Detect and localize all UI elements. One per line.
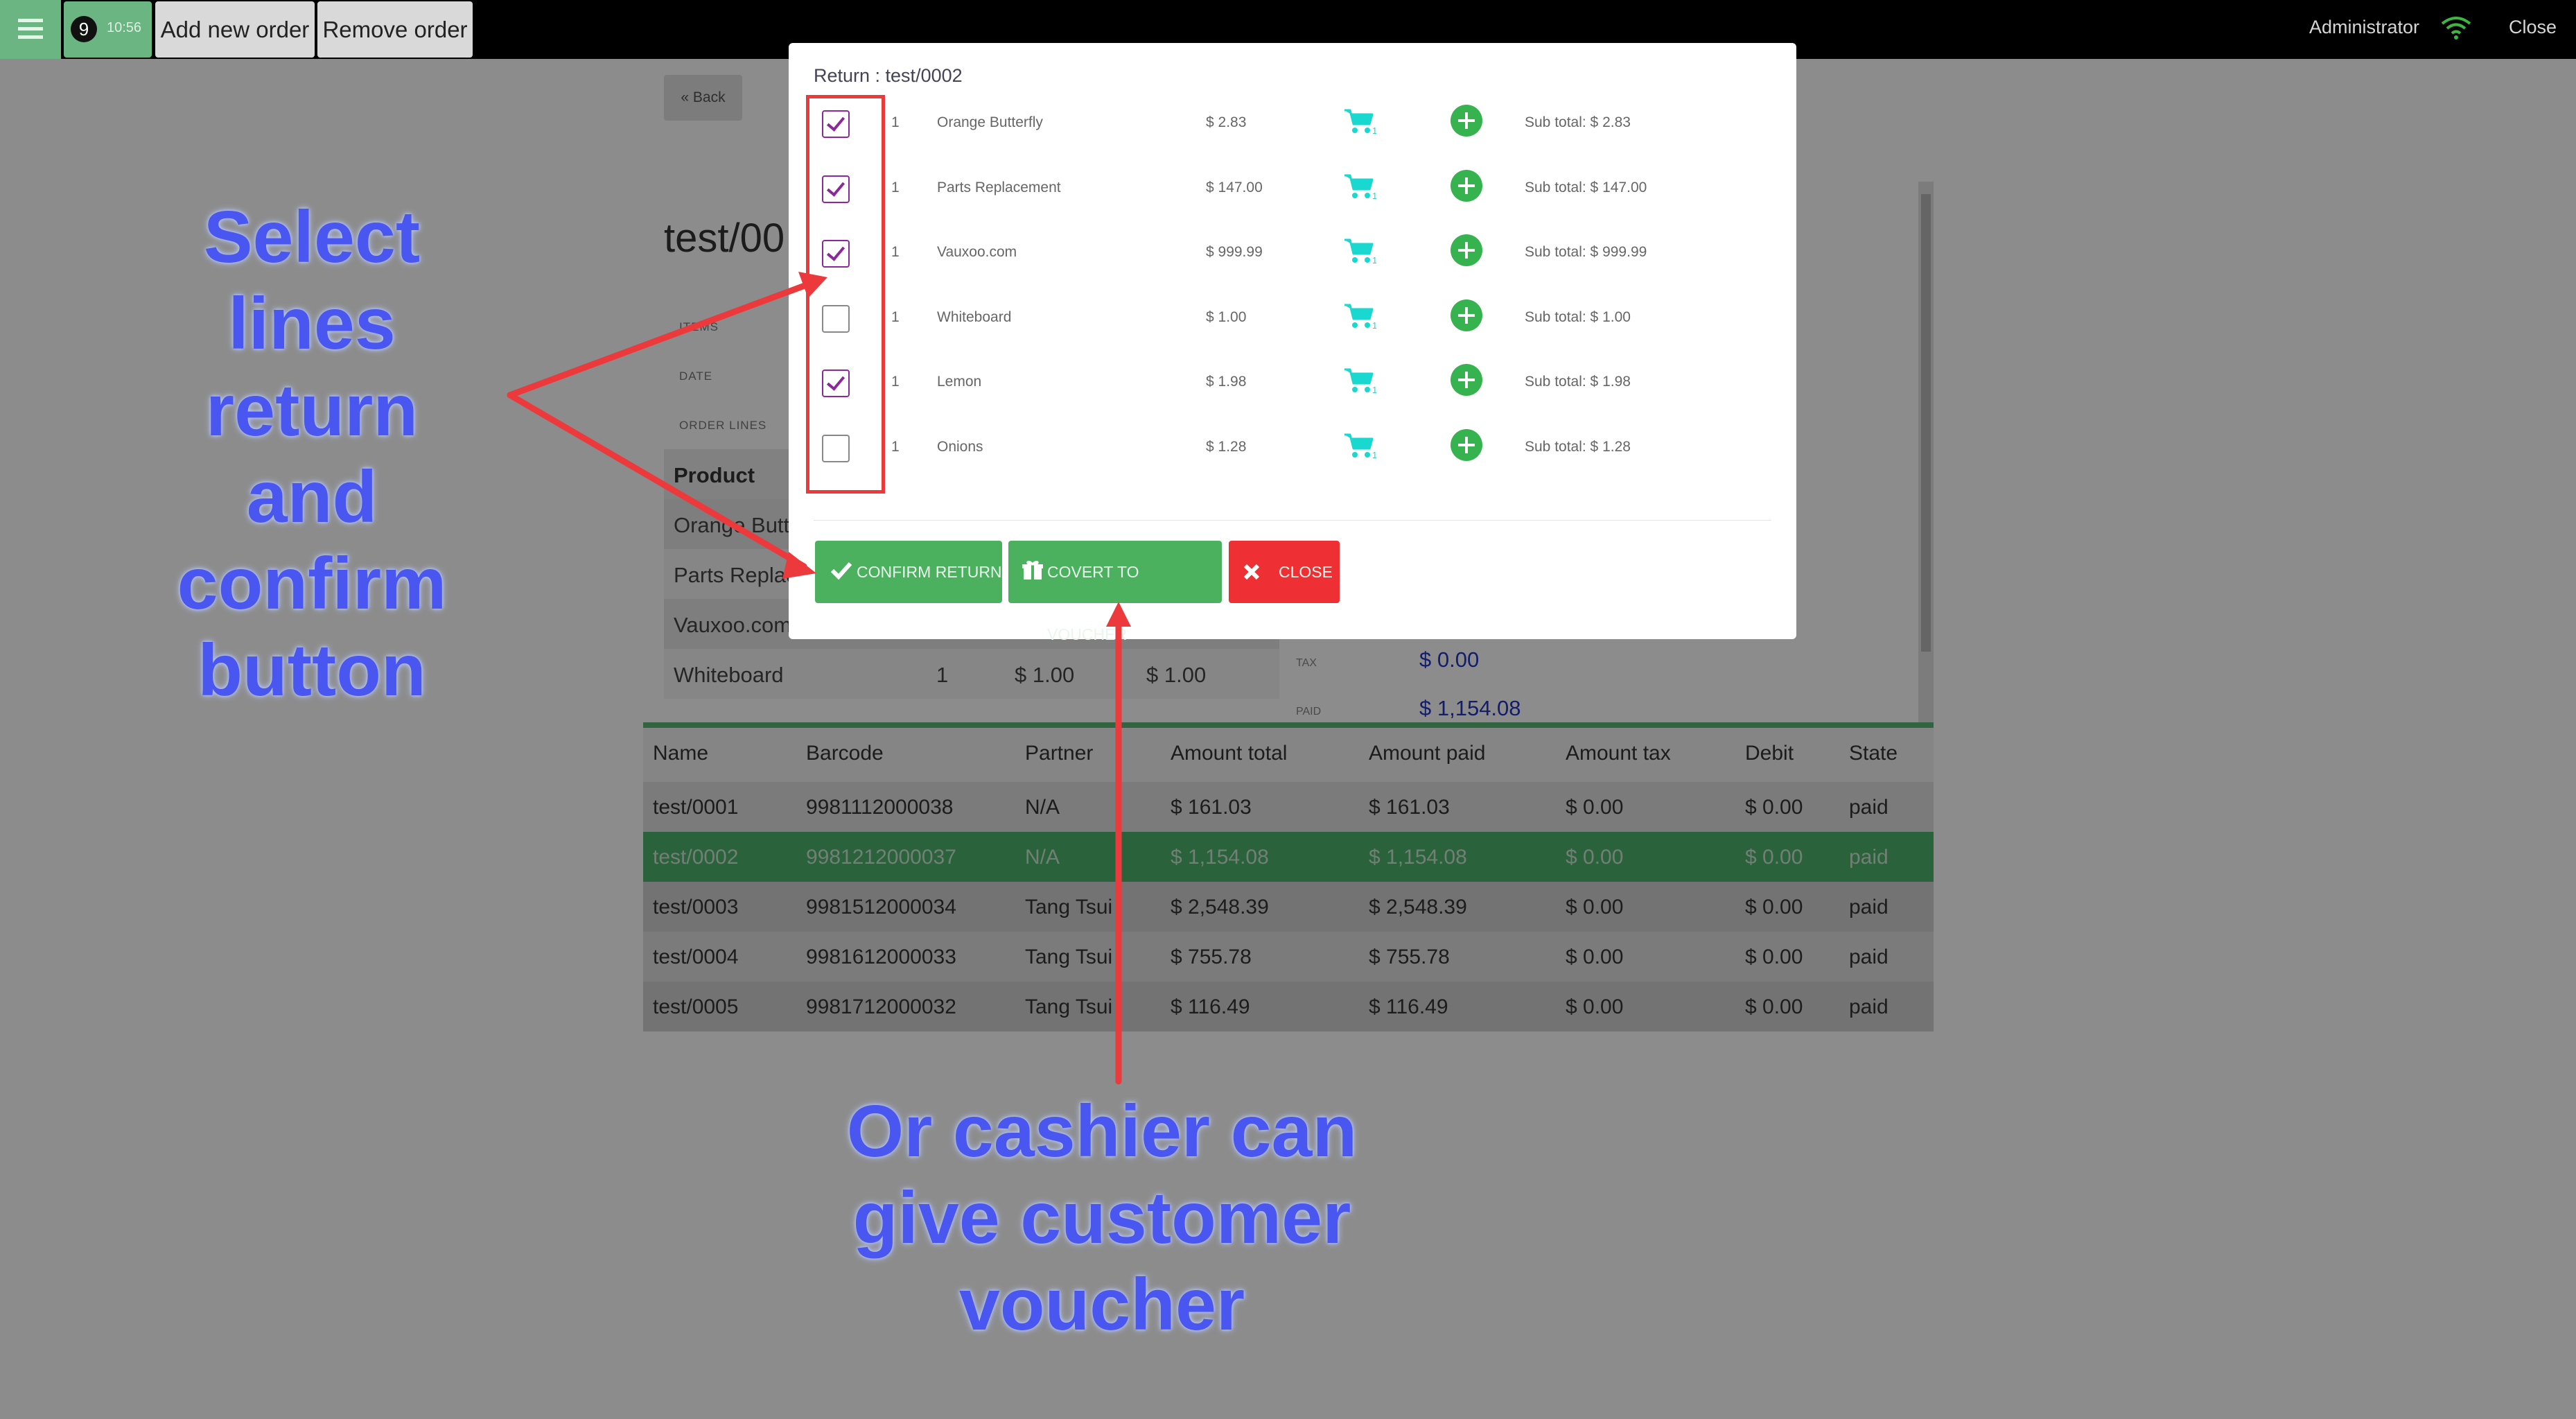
close-icon: [1243, 564, 1260, 580]
gift-icon: [1022, 560, 1043, 580]
cart-icon[interactable]: 1: [1343, 107, 1376, 135]
return-line-product: Vauxoo.com: [937, 244, 1017, 260]
annotation-line: voucher: [958, 1264, 1245, 1346]
return-line-qty: 1: [891, 308, 900, 325]
plus-icon[interactable]: [1451, 105, 1482, 137]
plus-icon[interactable]: [1451, 234, 1482, 266]
return-line-price: $ 1.28: [1206, 438, 1247, 455]
check-icon: [830, 561, 852, 580]
plus-icon[interactable]: [1451, 364, 1482, 396]
return-line-qty: 1: [891, 244, 900, 260]
cart-icon[interactable]: 1: [1343, 367, 1376, 394]
cart-count: 1: [1372, 385, 1376, 394]
annotation-line: return: [205, 369, 419, 452]
annotation-line: and: [246, 456, 378, 539]
cart-count: 1: [1372, 255, 1376, 265]
order-time: 10:56: [107, 20, 142, 35]
annotation-voucher: Or cashier can give customer voucher: [783, 1088, 1421, 1348]
return-line-price: $ 2.83: [1206, 114, 1247, 130]
return-line-price: $ 1.98: [1206, 374, 1247, 390]
annotation-line: confirm: [177, 543, 447, 625]
return-line-product: Lemon: [937, 374, 982, 390]
cart-count: 1: [1372, 450, 1376, 460]
confirm-return-label: CONFIRM RETURN: [857, 563, 1002, 581]
return-line-subtotal: Sub total: $ 1.98: [1525, 374, 1631, 390]
return-line-row: 1 Parts Replacement $ 147.00 1 Sub total: $ …: [789, 160, 1796, 225]
return-line-qty: 1: [891, 114, 900, 130]
return-line-price: $ 999.99: [1206, 244, 1263, 260]
modal-title: Return : test/0002: [814, 65, 963, 86]
plus-icon[interactable]: [1451, 169, 1482, 202]
return-line-product: Parts Replacement: [937, 179, 1061, 195]
remove-order-button[interactable]: Remove order: [317, 1, 473, 58]
convert-to-voucher-label: COVERT TO VOUCHER: [1047, 563, 1139, 643]
return-line-price: $ 147.00: [1206, 179, 1263, 195]
cart-icon[interactable]: 1: [1343, 173, 1376, 200]
return-line-subtotal: Sub total: $ 1.00: [1525, 308, 1631, 325]
return-line-row: 1 Orange Butterfly $ 2.83 1 Sub total: $ 2.8…: [789, 95, 1796, 159]
return-line-price: $ 1.00: [1206, 308, 1247, 325]
order-number-badge: 9: [71, 16, 97, 42]
return-line-row: 1 Whiteboard $ 1.00 1 Sub total: $ 1.00: [789, 290, 1796, 354]
close-button[interactable]: CLOSE: [1229, 541, 1340, 603]
return-line-qty: 1: [891, 179, 900, 195]
cart-icon[interactable]: 1: [1343, 237, 1376, 265]
cart-count: 1: [1372, 191, 1376, 200]
annotation-line: button: [198, 629, 426, 712]
plus-icon[interactable]: [1451, 299, 1482, 331]
return-line-row: 1 Vauxoo.com $ 999.99 1 Sub total: $ 999.99: [789, 225, 1796, 289]
cart-count: 1: [1372, 125, 1376, 135]
list-icon: [18, 19, 43, 40]
return-line-subtotal: Sub total: $ 999.99: [1525, 244, 1647, 260]
plus-icon[interactable]: [1451, 428, 1482, 461]
return-line-product: Whiteboard: [937, 308, 1012, 325]
return-line-qty: 1: [891, 374, 900, 390]
annotation-select-lines: Select lines return and confirm button: [149, 194, 475, 714]
return-line-row: 1 Onions $ 1.28 1 Sub total: $ 1.28: [789, 419, 1796, 484]
return-line-subtotal: Sub total: $ 147.00: [1525, 179, 1647, 195]
menu-button[interactable]: [0, 0, 61, 59]
cart-icon[interactable]: 1: [1343, 302, 1376, 330]
return-line-product: Orange Butterfly: [937, 114, 1043, 130]
close-session-button[interactable]: Close: [2509, 17, 2557, 38]
return-line-product: Onions: [937, 438, 983, 455]
return-line-subtotal: Sub total: $ 2.83: [1525, 114, 1631, 130]
cart-icon[interactable]: 1: [1343, 432, 1376, 460]
user-name[interactable]: Administrator: [2309, 17, 2419, 38]
annotation-line: lines: [228, 283, 396, 365]
annotation-line: Or cashier can: [846, 1090, 1358, 1172]
return-line-subtotal: Sub total: $ 1.28: [1525, 438, 1631, 455]
annotation-line: give customer: [852, 1177, 1351, 1260]
annotation-line: Select: [203, 196, 421, 278]
add-new-order-button[interactable]: Add new order: [155, 1, 315, 58]
checkbox-highlight-box: [806, 95, 885, 494]
cart-count: 1: [1372, 320, 1376, 330]
order-tab[interactable]: 9 10:56: [64, 1, 152, 58]
convert-to-voucher-button[interactable]: COVERT TO VOUCHER: [1008, 541, 1222, 643]
modal-divider: [814, 520, 1771, 521]
close-label: CLOSE: [1279, 563, 1333, 581]
confirm-return-button[interactable]: CONFIRM RETURN: [815, 541, 1002, 603]
return-line-row: 1 Lemon $ 1.98 1 Sub total: $ 1.98: [789, 354, 1796, 419]
wifi-icon: [2441, 17, 2471, 40]
return-line-qty: 1: [891, 438, 900, 455]
